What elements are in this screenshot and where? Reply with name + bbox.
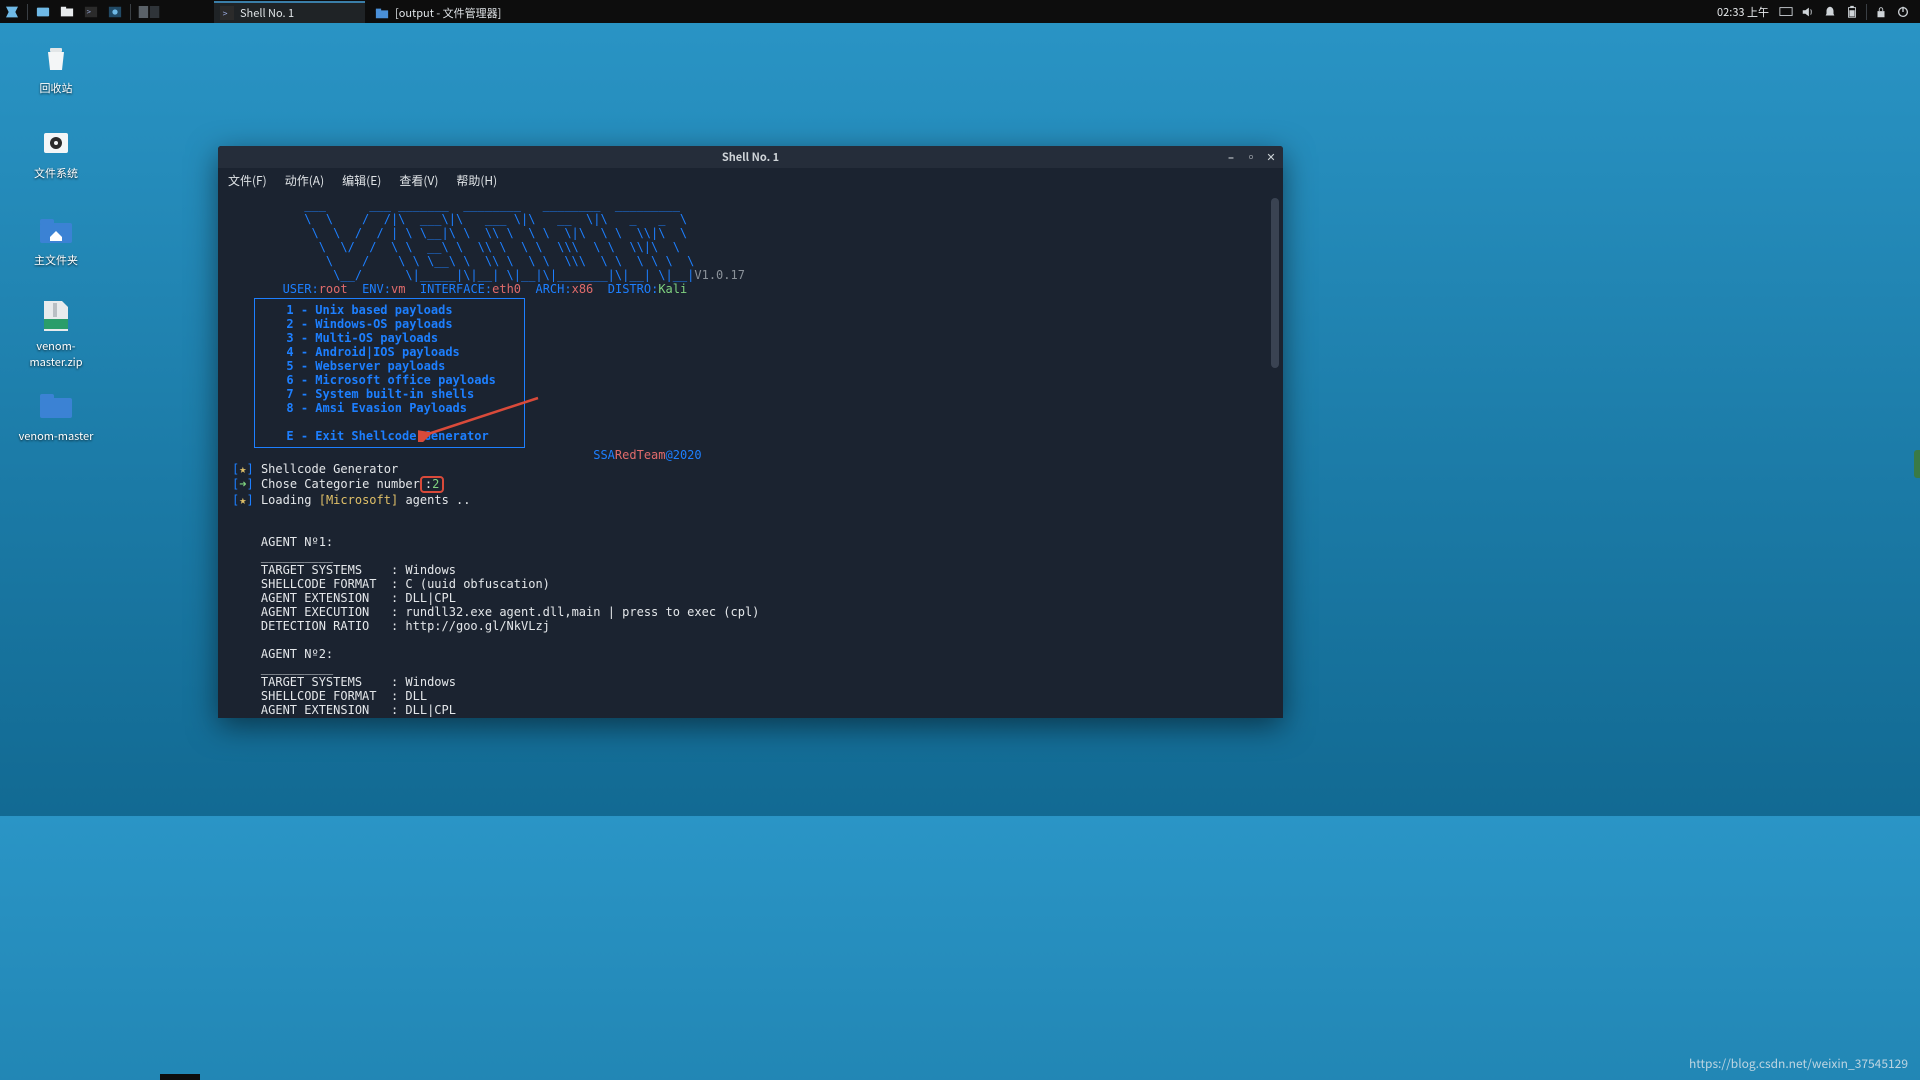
notification-tray-icon[interactable]	[1819, 0, 1841, 23]
kali-launcher[interactable]	[103, 0, 127, 23]
folder-icon	[38, 388, 74, 424]
task-label: [output - 文件管理器]	[395, 5, 501, 21]
terminal-launcher[interactable]: >	[79, 0, 103, 23]
terminal-scrollbar[interactable]	[1271, 198, 1279, 368]
task-label: Shell No. 1	[240, 5, 294, 21]
terminal-body[interactable]: ___ ___ _______ ________ ________ ______…	[218, 192, 1283, 718]
lock-tray-icon[interactable]	[1870, 0, 1892, 23]
trash-icon	[38, 40, 74, 76]
desktop-icon-home[interactable]: 主文件夹	[16, 212, 96, 268]
desktop-icon-label: 回收站	[16, 80, 96, 96]
terminal-icon: >	[220, 6, 234, 20]
menu-file[interactable]: 文件(F)	[228, 172, 267, 189]
volume-tray-icon[interactable]	[1797, 0, 1819, 23]
app-menu-button[interactable]	[0, 0, 24, 23]
desktop-icon-label: venom-master	[16, 428, 96, 444]
desktop-icon-label: venom-master.zip	[16, 338, 96, 370]
terminal-content: ___ ___ _______ ________ ________ ______…	[218, 192, 1283, 718]
svg-text:>: >	[223, 6, 228, 19]
task-shell[interactable]: > Shell No. 1	[214, 1, 365, 23]
disk-icon	[38, 125, 74, 161]
desktop-icon-filesystem[interactable]: 文件系统	[16, 125, 96, 181]
svg-text:>: >	[87, 6, 92, 17]
terminal-window: Shell No. 1 ‒ ▫ ✕ 文件(F) 动作(A) 编辑(E) 查看(V…	[218, 146, 1283, 718]
desktop-icon-trash[interactable]: 回收站	[16, 40, 96, 96]
minimize-button[interactable]: ‒	[1225, 151, 1237, 163]
battery-tray-icon[interactable]	[1841, 0, 1863, 23]
menu-edit[interactable]: 编辑(E)	[342, 172, 381, 189]
folder-icon	[375, 6, 389, 20]
task-filemanager[interactable]: [output - 文件管理器]	[369, 1, 545, 23]
window-controls: ‒ ▫ ✕	[1225, 151, 1277, 163]
taskbar-separator	[27, 4, 28, 20]
taskbar-left: > > Shell No. 1 [output - 文件管理器]	[0, 0, 547, 23]
desktop-icon-zip[interactable]: venom-master.zip	[16, 298, 96, 370]
desktop-icon-label: 文件系统	[16, 165, 96, 181]
side-notch	[1914, 450, 1920, 478]
archive-icon	[38, 298, 74, 334]
window-title: Shell No. 1	[218, 149, 1283, 165]
menu-action[interactable]: 动作(A)	[285, 172, 324, 189]
desktop-icon-folder[interactable]: venom-master	[16, 388, 96, 444]
menu-view[interactable]: 查看(V)	[399, 172, 438, 189]
display-tray-icon[interactable]	[1775, 0, 1797, 23]
menu-help[interactable]: 帮助(H)	[456, 172, 497, 189]
window-titlebar[interactable]: Shell No. 1 ‒ ▫ ✕	[218, 146, 1283, 168]
workspace-switcher[interactable]	[134, 0, 164, 23]
clock[interactable]: 02:33 上午	[1711, 4, 1775, 20]
show-desktop-button[interactable]	[31, 0, 55, 23]
watermark: https://blog.csdn.net/weixin_37545129	[1689, 1055, 1908, 1072]
taskbar-right: 02:33 上午	[1711, 0, 1920, 23]
file-manager-launcher[interactable]	[55, 0, 79, 23]
maximize-button[interactable]: ▫	[1245, 151, 1257, 163]
close-button[interactable]: ✕	[1265, 151, 1277, 163]
bottom-panel-edge	[160, 1074, 200, 1080]
taskbar: > > Shell No. 1 [output - 文件管理器] 02:33 上…	[0, 0, 1920, 23]
taskbar-separator	[1866, 4, 1867, 20]
desktop-icon-label: 主文件夹	[16, 252, 96, 268]
taskbar-separator	[130, 4, 131, 20]
window-menubar: 文件(F) 动作(A) 编辑(E) 查看(V) 帮助(H)	[218, 168, 1283, 192]
home-folder-icon	[38, 212, 74, 248]
power-tray-icon[interactable]	[1892, 0, 1914, 23]
